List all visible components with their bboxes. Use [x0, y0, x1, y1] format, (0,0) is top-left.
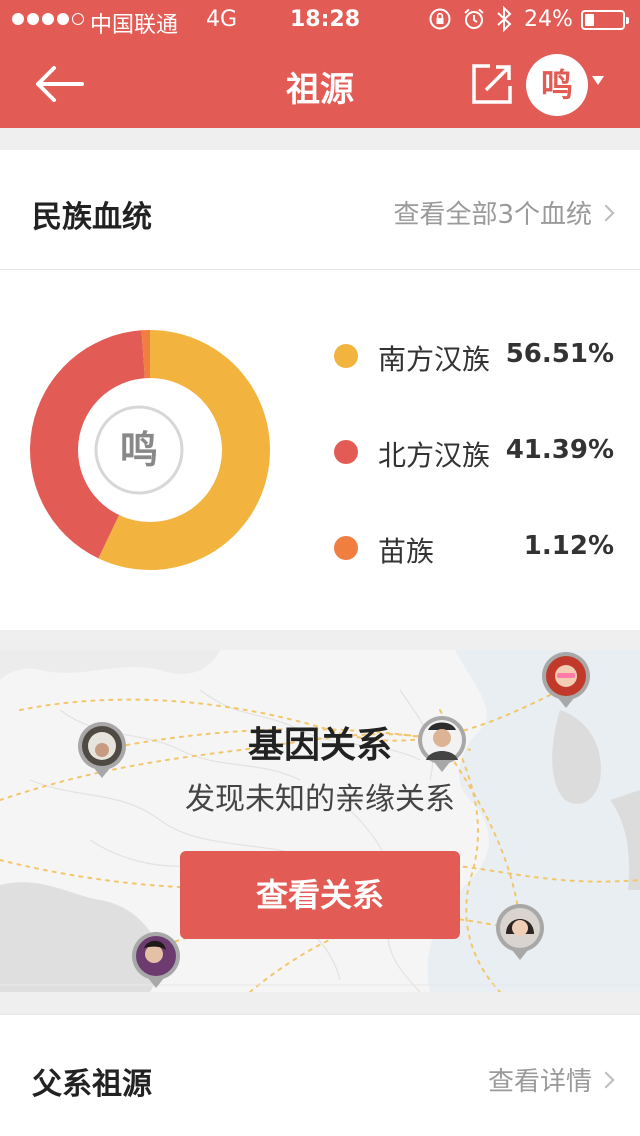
- battery-percentage: 24%: [524, 7, 573, 32]
- ethnic-section-title: 民族血统: [32, 200, 152, 235]
- legend-color-dot: [334, 344, 358, 368]
- share-icon: [472, 64, 512, 104]
- legend-label: 北方汉族: [378, 439, 491, 472]
- legend-percentage: 41.39%: [505, 435, 614, 465]
- view-relationship-button[interactable]: 查看关系: [180, 851, 460, 939]
- view-all-ancestry-label: 查看全部3个血统: [393, 200, 592, 230]
- legend-label: 苗族: [378, 535, 435, 568]
- relative-avatar-pin[interactable]: [540, 652, 592, 710]
- status-bar: 中国联通 4G 18:28 24%: [0, 0, 640, 40]
- legend-label: 南方汉族: [378, 343, 491, 376]
- signal-strength-icon: [12, 13, 84, 25]
- carrier-name: 中国联通: [90, 13, 179, 38]
- status-time: 18:28: [290, 7, 361, 32]
- paternal-section[interactable]: 父系祖源 查看详情: [0, 1014, 640, 1136]
- relative-avatar-pin[interactable]: [416, 716, 468, 774]
- legend-item: 南方汉族 56.51%: [334, 336, 614, 376]
- chevron-right-icon: [597, 204, 615, 221]
- view-details-link[interactable]: 查看详情: [487, 1061, 615, 1098]
- gene-relationship-section: 基因关系 发现未知的亲缘关系 查看关系: [0, 650, 640, 992]
- legend-item: 北方汉族 41.39%: [334, 432, 614, 472]
- system-icons: [428, 6, 512, 32]
- donut-center-label: 鸣: [120, 428, 158, 472]
- legend-percentage: 56.51%: [505, 339, 614, 369]
- legend-percentage: 1.12%: [523, 531, 614, 561]
- relative-avatar-pin[interactable]: [76, 722, 128, 780]
- legend-item: 苗族 1.12%: [334, 528, 614, 568]
- battery-level: [585, 14, 594, 26]
- gene-relationship-subtitle: 发现未知的亲缘关系: [185, 782, 455, 817]
- chevron-down-icon[interactable]: [592, 76, 604, 85]
- share-button[interactable]: [470, 62, 514, 106]
- view-details-label: 查看详情: [487, 1067, 592, 1097]
- ethnic-section: 民族血统 查看全部3个血统 鸣 南方汉族 56.51% 北方汉族 41.39% 苗族 1.…: [0, 150, 640, 630]
- view-all-ancestry-link[interactable]: 查看全部3个血统: [393, 194, 615, 231]
- donut-center-badge: 鸣: [90, 401, 188, 499]
- alarm-icon: [464, 8, 484, 29]
- user-avatar[interactable]: 鸣: [526, 54, 588, 116]
- ethnic-section-header: 民族血统 查看全部3个血统: [0, 150, 640, 270]
- relative-avatar-pin[interactable]: [130, 932, 182, 990]
- network-type: 4G: [206, 7, 238, 32]
- nav-bar: 祖源 鸣: [0, 40, 640, 128]
- legend-color-dot: [334, 440, 358, 464]
- bluetooth-icon: [497, 6, 512, 32]
- paternal-section-title: 父系祖源: [32, 1067, 152, 1102]
- rotation-lock-icon: [429, 8, 451, 30]
- chevron-right-icon: [597, 1071, 615, 1088]
- relative-avatar-pin[interactable]: [494, 904, 546, 962]
- legend-color-dot: [334, 536, 358, 560]
- battery-icon: [581, 10, 629, 30]
- back-button[interactable]: [30, 60, 90, 108]
- back-arrow-icon: [36, 66, 84, 102]
